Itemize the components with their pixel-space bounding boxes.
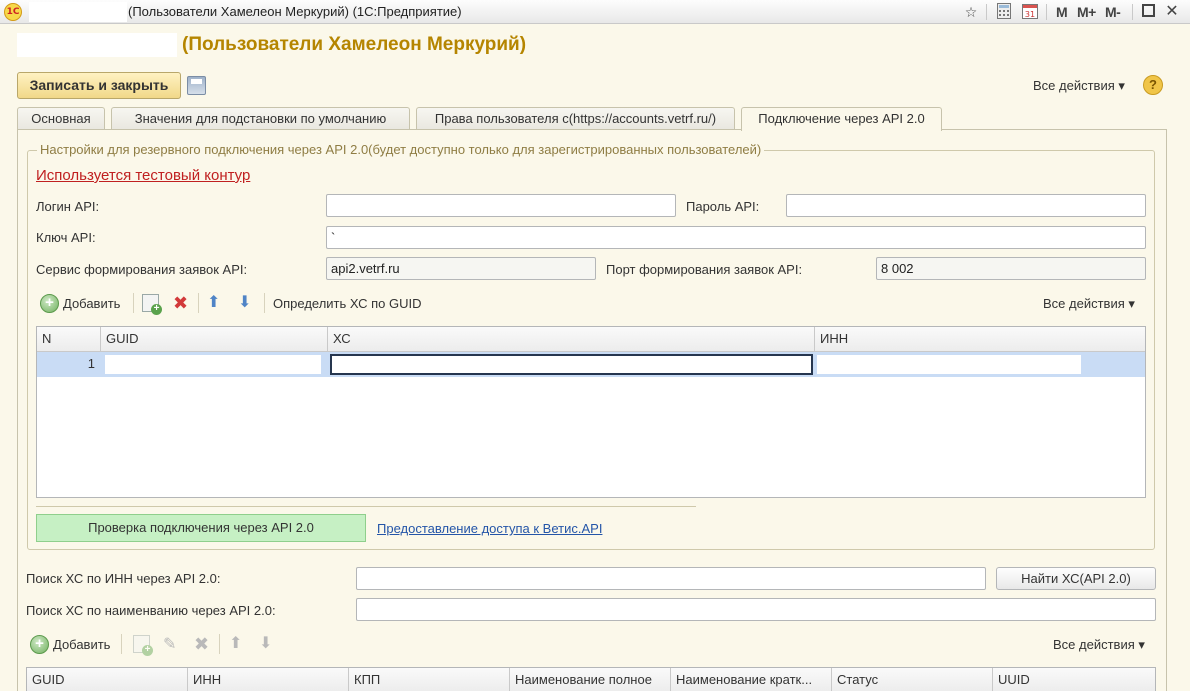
column-header-inn[interactable]: ИНН: [815, 327, 1145, 352]
delete-icon: ✖: [194, 634, 210, 654]
save-icon[interactable]: [187, 76, 206, 95]
favorite-icon[interactable]: ☆: [962, 3, 980, 21]
test-contour-link[interactable]: Используется тестовый контур: [36, 167, 250, 184]
move-up-icon: ⬆: [229, 635, 243, 652]
toolbar-divider: [264, 293, 265, 313]
results-table: GUID ИНН КПП Наименование полное Наимено…: [26, 667, 1156, 691]
row-number: 1: [87, 356, 95, 371]
vetis-access-link[interactable]: Предоставление доступа к Ветис.API: [377, 521, 602, 536]
tab-main[interactable]: Основная: [17, 107, 105, 130]
search-by-name-label: Поиск ХС по наименванию через API 2.0:: [26, 603, 276, 618]
toolbar-divider: [121, 634, 122, 654]
column-header-short-name[interactable]: Наименование кратк...: [671, 668, 832, 691]
toolbar-divider: [219, 634, 220, 654]
divider: [36, 506, 696, 507]
results-add-button[interactable]: Добавить: [53, 637, 110, 652]
tab-default-values[interactable]: Значения для подстановки по умолчанию: [111, 107, 410, 130]
search-by-inn-label: Поиск ХС по ИНН через API 2.0:: [26, 571, 221, 586]
hs-table: N GUID ХС ИНН 1: [36, 326, 1146, 498]
port-input[interactable]: [876, 257, 1146, 280]
search-by-inn-input[interactable]: [356, 567, 986, 590]
column-header-inn[interactable]: ИНН: [188, 668, 349, 691]
tab-api-connection[interactable]: Подключение через API 2.0: [741, 107, 942, 131]
port-label: Порт формирования заявок API:: [606, 262, 803, 277]
help-icon[interactable]: ?: [1143, 75, 1163, 95]
app-logo-icon[interactable]: 1C: [4, 3, 22, 21]
tab-user-rights[interactable]: Права пользователя с(https://accounts.ve…: [416, 107, 735, 130]
column-header-guid[interactable]: GUID: [101, 327, 328, 352]
column-header-n[interactable]: N: [37, 327, 101, 352]
memory-m-minus-button[interactable]: M-: [1105, 4, 1121, 20]
inn-cell[interactable]: [817, 355, 1081, 374]
delete-icon[interactable]: ✖: [173, 294, 188, 312]
toolbar-divider: [133, 293, 134, 313]
search-by-name-input[interactable]: [356, 598, 1156, 621]
edit-icon: ✎: [163, 636, 177, 653]
move-down-icon[interactable]: ⬇: [238, 294, 251, 312]
login-input[interactable]: [326, 194, 676, 217]
titlebar-divider: [986, 4, 987, 20]
login-label: Логин API:: [36, 199, 100, 214]
api-settings-group-title: Настройки для резервного подключения чер…: [37, 142, 765, 157]
form-all-actions-menu[interactable]: Все действия ▾: [1033, 78, 1125, 94]
window-title-bar: 1C (Пользователи Хамелеон Меркурий) (1С:…: [0, 0, 1190, 24]
calendar-icon[interactable]: 31: [1020, 3, 1040, 21]
column-header-uuid[interactable]: UUID: [993, 668, 1155, 691]
copy-icon[interactable]: [142, 294, 162, 315]
move-up-icon[interactable]: ⬆: [207, 294, 220, 312]
window-title: (Пользователи Хамелеон Меркурий) (1С:Пре…: [128, 4, 462, 19]
copy-icon: [133, 635, 153, 656]
table-all-actions-menu[interactable]: Все действия ▾: [1043, 296, 1135, 312]
titlebar-divider: [1132, 4, 1133, 20]
password-label: Пароль API:: [686, 199, 760, 214]
service-label: Сервис формирования заявок API:: [36, 262, 248, 277]
add-button[interactable]: Добавить: [63, 296, 120, 311]
guid-cell[interactable]: [105, 355, 321, 374]
column-header-full-name[interactable]: Наименование полное: [510, 668, 671, 691]
add-icon[interactable]: +: [30, 635, 49, 654]
add-icon[interactable]: +: [40, 294, 59, 313]
memory-m-plus-button[interactable]: M+: [1077, 4, 1096, 20]
api-key-label: Ключ API:: [36, 230, 96, 245]
api-key-input[interactable]: [326, 226, 1146, 249]
column-header-kpp[interactable]: КПП: [349, 668, 510, 691]
close-icon[interactable]: ✕: [1163, 3, 1181, 21]
table-row[interactable]: 1: [37, 352, 1145, 377]
column-header-status[interactable]: Статус: [832, 668, 993, 691]
form-title-redacted-area: [17, 33, 177, 57]
check-connection-button[interactable]: Проверка подключения через API 2.0: [36, 514, 366, 542]
hs-cell-editor[interactable]: [330, 354, 813, 375]
column-header-guid[interactable]: GUID: [27, 668, 188, 691]
svg-text:31: 31: [1025, 10, 1035, 19]
results-all-actions-menu[interactable]: Все действия ▾: [1053, 637, 1145, 653]
find-hs-button[interactable]: Найти ХС(API 2.0): [996, 567, 1156, 590]
save-and-close-button[interactable]: Записать и закрыть: [17, 72, 181, 99]
column-header-hs[interactable]: ХС: [328, 327, 815, 352]
service-input[interactable]: [326, 257, 596, 280]
move-down-icon: ⬇: [259, 635, 273, 652]
memory-m-button[interactable]: M: [1056, 4, 1068, 20]
titlebar-divider: [1046, 4, 1047, 20]
form-title: (Пользователи Хамелеон Меркурий): [182, 34, 527, 55]
password-input[interactable]: [786, 194, 1146, 217]
calculator-icon[interactable]: [995, 3, 1013, 21]
define-hs-by-guid-button[interactable]: Определить ХС по GUID: [273, 296, 422, 311]
maximize-icon[interactable]: [1139, 3, 1157, 21]
title-redacted-area: [29, 2, 127, 22]
toolbar-divider: [198, 293, 199, 313]
